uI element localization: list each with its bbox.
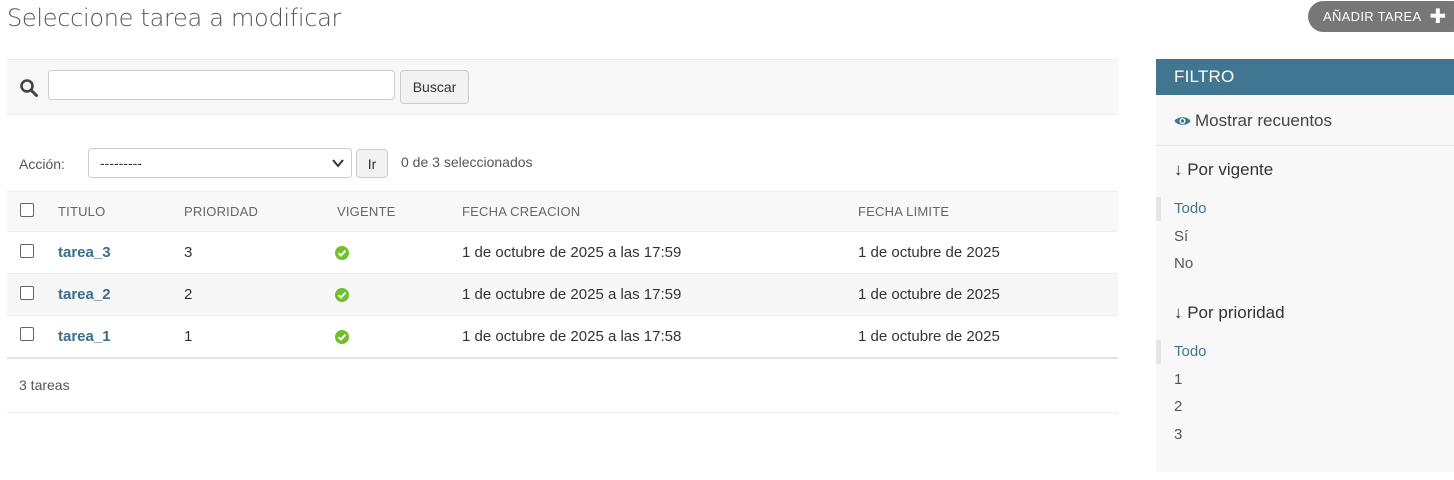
column-header-titulo[interactable]: TITULO: [58, 192, 184, 232]
search-button[interactable]: Buscar: [400, 70, 469, 104]
filter-option-1[interactable]: 1: [1156, 366, 1454, 394]
row-checkbox-cell: [7, 274, 58, 316]
actions-bar: Acción: --------- Ir 0 de 3 seleccionado…: [7, 145, 1118, 181]
fecha-creacion-cell: 1 de octubre de 2025 a las 17:59: [462, 286, 682, 303]
show-counts-link[interactable]: Mostrar recuentos: [1174, 111, 1332, 131]
prioridad-cell: 2: [184, 286, 193, 303]
chevron-down-icon: [332, 159, 344, 168]
column-header-vigente[interactable]: VIGENTE: [337, 192, 462, 232]
add-task-label: AÑADIR TAREA: [1323, 9, 1422, 24]
results-table: TITULO PRIORIDAD VIGENTE FECHA CREACION …: [7, 191, 1118, 359]
plus-icon: ✚: [1429, 5, 1447, 28]
table-row: tarea_1 1 1 de octubre de 2025 a las 17:…: [7, 316, 1118, 358]
add-task-button[interactable]: AÑADIR TAREA ✚: [1308, 1, 1454, 32]
filter-panel: FILTRO Mostrar recuentos ↓ Por vigente T…: [1156, 59, 1454, 472]
table-header-row: TITULO PRIORIDAD VIGENTE FECHA CREACION …: [7, 191, 1118, 232]
filter-option-todo[interactable]: Todo: [1156, 338, 1454, 366]
row-checkbox-cell: [7, 316, 58, 358]
show-counts-label: Mostrar recuentos: [1195, 111, 1332, 130]
select-all-checkbox[interactable]: [20, 203, 34, 217]
check-circle-icon: [335, 288, 349, 303]
action-select-value: ---------: [100, 155, 142, 171]
select-all-cell: [7, 192, 58, 232]
filter-option-no[interactable]: No: [1156, 250, 1454, 278]
column-header-fecha-limite[interactable]: FECHA LIMITE: [858, 192, 1118, 232]
prioridad-cell: 1: [184, 327, 193, 345]
filter-divider: [1156, 145, 1454, 146]
eye-icon: [1174, 117, 1191, 125]
titulo-cell: tarea_3: [58, 232, 184, 274]
column-header-fecha-creacion[interactable]: FECHA CREACION: [462, 192, 858, 232]
go-button[interactable]: Ir: [356, 149, 388, 178]
prioridad-cell: 3: [184, 244, 193, 261]
fecha-creacion-cell: 1 de octubre de 2025 a las 17:59: [462, 244, 682, 261]
vigente-cell: [335, 232, 462, 274]
row-checkbox[interactable]: [20, 243, 34, 258]
filter-option-si[interactable]: Sí: [1156, 223, 1454, 251]
filter-group-title-vigente: ↓ Por vigente: [1174, 160, 1274, 179]
vigente-cell: [335, 316, 462, 358]
row-checkbox[interactable]: [20, 327, 34, 342]
task-link[interactable]: tarea_3: [58, 244, 111, 261]
filter-group-title-prioridad: ↓ Por prioridad: [1174, 303, 1285, 322]
row-checkbox[interactable]: [20, 285, 34, 300]
row-checkbox-cell: [7, 232, 58, 274]
titulo-cell: tarea_1: [58, 316, 184, 358]
selection-counter: 0 de 3 seleccionados: [401, 154, 533, 170]
results-table-wrapper: TITULO PRIORIDAD VIGENTE FECHA CREACION …: [7, 191, 1118, 359]
check-circle-icon: [335, 246, 349, 261]
column-header-prioridad[interactable]: PRIORIDAD: [184, 192, 337, 232]
vigente-cell: [335, 274, 462, 316]
fecha-limite-cell: 1 de octubre de 2025: [858, 327, 1000, 345]
page-title: Seleccione tarea a modificar: [7, 4, 342, 32]
check-circle-icon: [335, 329, 349, 344]
filter-list-prioridad: Todo 1 2 3: [1156, 338, 1454, 448]
filter-option-todo[interactable]: Todo: [1156, 195, 1454, 223]
table-row: tarea_3 3 1 de octubre de 2025 a las 17:…: [7, 232, 1118, 274]
task-link[interactable]: tarea_1: [58, 328, 111, 345]
task-link[interactable]: tarea_2: [58, 286, 111, 303]
search-toolbar: Buscar: [7, 59, 1118, 115]
filter-title: FILTRO: [1156, 59, 1454, 95]
fecha-limite-cell: 1 de octubre de 2025: [858, 244, 1000, 261]
filter-option-3[interactable]: 3: [1156, 421, 1454, 449]
table-row: tarea_2 2 1 de octubre de 2025 a las 17:…: [7, 273, 1118, 316]
action-select[interactable]: ---------: [88, 148, 352, 178]
search-input[interactable]: [48, 70, 395, 100]
filter-list-vigente: Todo Sí No: [1156, 195, 1454, 278]
fecha-limite-cell: 1 de octubre de 2025: [858, 286, 1000, 303]
result-count: 3 tareas: [7, 359, 1118, 413]
search-icon: [20, 79, 38, 97]
filter-option-2[interactable]: 2: [1156, 393, 1454, 421]
fecha-creacion-cell: 1 de octubre de 2025 a las 17:58: [462, 327, 682, 345]
titulo-cell: tarea_2: [58, 274, 184, 316]
action-label: Acción:: [19, 156, 65, 172]
